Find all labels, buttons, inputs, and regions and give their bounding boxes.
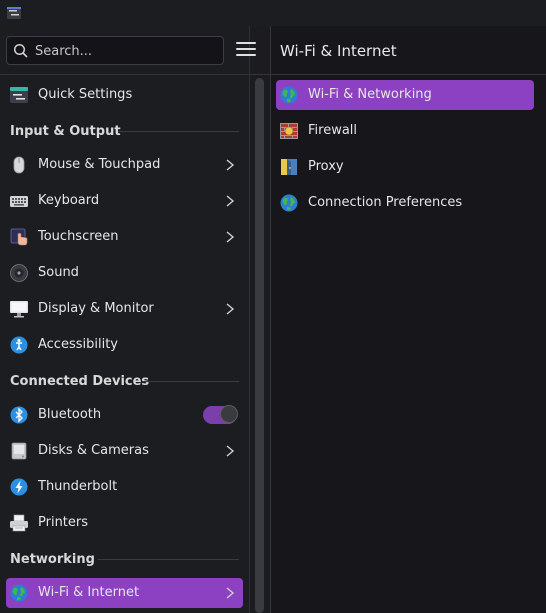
menu-button[interactable] [236,42,256,58]
page-title: Wi-Fi & Internet [280,42,397,60]
chevron-right-icon [226,159,234,171]
proxy-icon [281,159,297,175]
sidebar-item-printers[interactable]: Printers [6,508,243,538]
bluetooth-icon [10,406,28,424]
search-box[interactable] [6,36,224,65]
printer-icon [10,514,28,532]
search-input[interactable] [33,41,222,62]
sidebar-item-label: Display & Monitor [38,301,154,316]
disk-icon [11,442,27,460]
sidebar-item-bluetooth[interactable]: Bluetooth [6,400,243,430]
section-divider [142,381,239,382]
chevron-right-icon [226,303,234,315]
chevron-right-icon [226,445,234,457]
sidebar-item-display-monitor[interactable]: Display & Monitor [6,294,243,324]
app-icon [7,7,21,19]
sidebar-item-disks-cameras[interactable]: Disks & Cameras [6,436,243,466]
sidebar-item-label: Keyboard [38,193,100,208]
sidebar-scrollbar[interactable] [255,78,264,613]
sidebar-item-label: Touchscreen [38,229,119,244]
section-header-connected-devices: Connected Devices [10,374,150,389]
section-divider [98,559,239,560]
quick-settings-icon [10,87,28,103]
hamburger-icon [236,42,256,44]
content-panel [271,26,546,613]
sidebar-item-label: Sound [38,265,79,280]
sidebar-item-accessibility[interactable]: Accessibility [6,330,243,360]
sidebar-item-label: Printers [38,515,89,530]
bluetooth-toggle[interactable] [203,405,238,424]
mouse-icon [13,156,25,174]
subpage-item-label: Firewall [308,123,358,138]
thunderbolt-icon [10,478,28,496]
subpage-item-connection-preferences[interactable]: Connection Preferences [276,188,534,218]
sidebar-item-label: Quick Settings [38,87,133,102]
search-icon [13,43,28,58]
sidebar-item-label: Thunderbolt [38,479,118,494]
touchscreen-icon [10,228,28,246]
sidebar-item-sound[interactable]: Sound [6,258,243,288]
globe-icon [280,194,298,212]
sidebar-item-keyboard[interactable]: Keyboard [6,186,243,216]
sidebar-item-mouse-touchpad[interactable]: Mouse & Touchpad [6,150,243,180]
divider [249,26,250,613]
subpage-item-wifi-networking[interactable]: Wi-Fi & Networking [276,80,534,110]
chevron-right-icon [226,231,234,243]
globe-icon [10,584,28,602]
toggle-knob [220,405,238,423]
subpage-item-label: Proxy [308,159,344,174]
sidebar-item-label: Mouse & Touchpad [38,157,161,172]
section-divider [118,131,239,132]
subpage-item-label: Wi-Fi & Networking [308,87,432,102]
sidebar-item-thunderbolt[interactable]: Thunderbolt [6,472,243,502]
sidebar-item-label: Accessibility [38,337,118,352]
sidebar-item-label: Wi-Fi & Internet [38,585,140,600]
title-bar [0,0,546,26]
header-divider [0,74,546,75]
chevron-right-icon [226,587,234,599]
section-header-networking: Networking [10,552,95,567]
monitor-icon [10,301,28,318]
sidebar-item-label: Disks & Cameras [38,443,149,458]
divider [270,26,271,613]
chevron-right-icon [226,195,234,207]
section-header-input-output: Input & Output [10,124,121,139]
sidebar-item-wifi-internet[interactable]: Wi-Fi & Internet [6,578,243,608]
firewall-icon [280,123,298,139]
subpage-item-label: Connection Preferences [308,195,463,210]
sound-icon [10,264,28,282]
globe-icon [280,86,298,104]
accessibility-icon [10,336,28,354]
subpage-item-proxy[interactable]: Proxy [276,152,534,182]
sidebar-item-quick-settings[interactable]: Quick Settings [6,80,243,110]
keyboard-icon [10,196,28,207]
sidebar-item-label: Bluetooth [38,407,102,422]
sidebar-item-touchscreen[interactable]: Touchscreen [6,222,243,252]
subpage-item-firewall[interactable]: Firewall [276,116,534,146]
